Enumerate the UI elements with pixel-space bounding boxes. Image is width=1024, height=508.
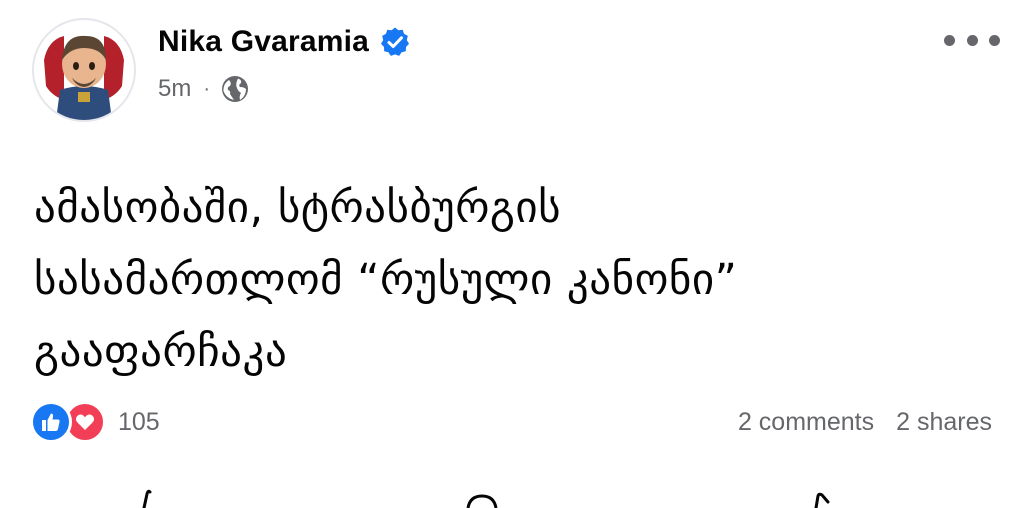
feed-post: Nika Gvaramia 5m · ამასობაში, სტრასბურგი… bbox=[0, 0, 1024, 508]
post-text: ამასობაში, სტრასბურგის სასამართლომ “რუსუ… bbox=[34, 172, 994, 388]
like-action-icon[interactable] bbox=[124, 488, 164, 508]
globe-icon[interactable] bbox=[220, 74, 250, 104]
author-name[interactable]: Nika Gvaramia bbox=[158, 25, 369, 59]
more-dot bbox=[944, 34, 955, 46]
verified-badge-icon bbox=[381, 27, 410, 56]
post-text-line: ამასობაში, სტრასბურგის bbox=[34, 183, 562, 233]
post-text-line: გააფარჩაკა bbox=[34, 327, 288, 377]
share-action-icon[interactable] bbox=[800, 488, 840, 508]
comment-action-icon[interactable] bbox=[462, 488, 502, 508]
like-icon bbox=[30, 401, 72, 443]
meta-separator: · bbox=[203, 77, 211, 100]
more-dot bbox=[966, 34, 978, 46]
engagement-summary: 2 comments 2 shares bbox=[738, 404, 992, 440]
avatar-image bbox=[34, 20, 134, 120]
reactions-summary[interactable]: 105 bbox=[30, 400, 160, 444]
author-avatar[interactable] bbox=[32, 18, 136, 122]
more-options-button[interactable] bbox=[944, 26, 1000, 54]
comments-link[interactable]: 2 comments bbox=[738, 408, 874, 437]
reaction-count: 105 bbox=[118, 407, 160, 436]
author-row: Nika Gvaramia bbox=[158, 24, 411, 60]
post-text-line: სასამართლომ “რუსული კანონი” bbox=[34, 255, 738, 305]
shares-link[interactable]: 2 shares bbox=[896, 408, 992, 437]
more-dot bbox=[989, 34, 1000, 46]
post-timestamp[interactable]: 5m bbox=[158, 75, 191, 103]
post-meta: 5m · bbox=[158, 72, 250, 106]
